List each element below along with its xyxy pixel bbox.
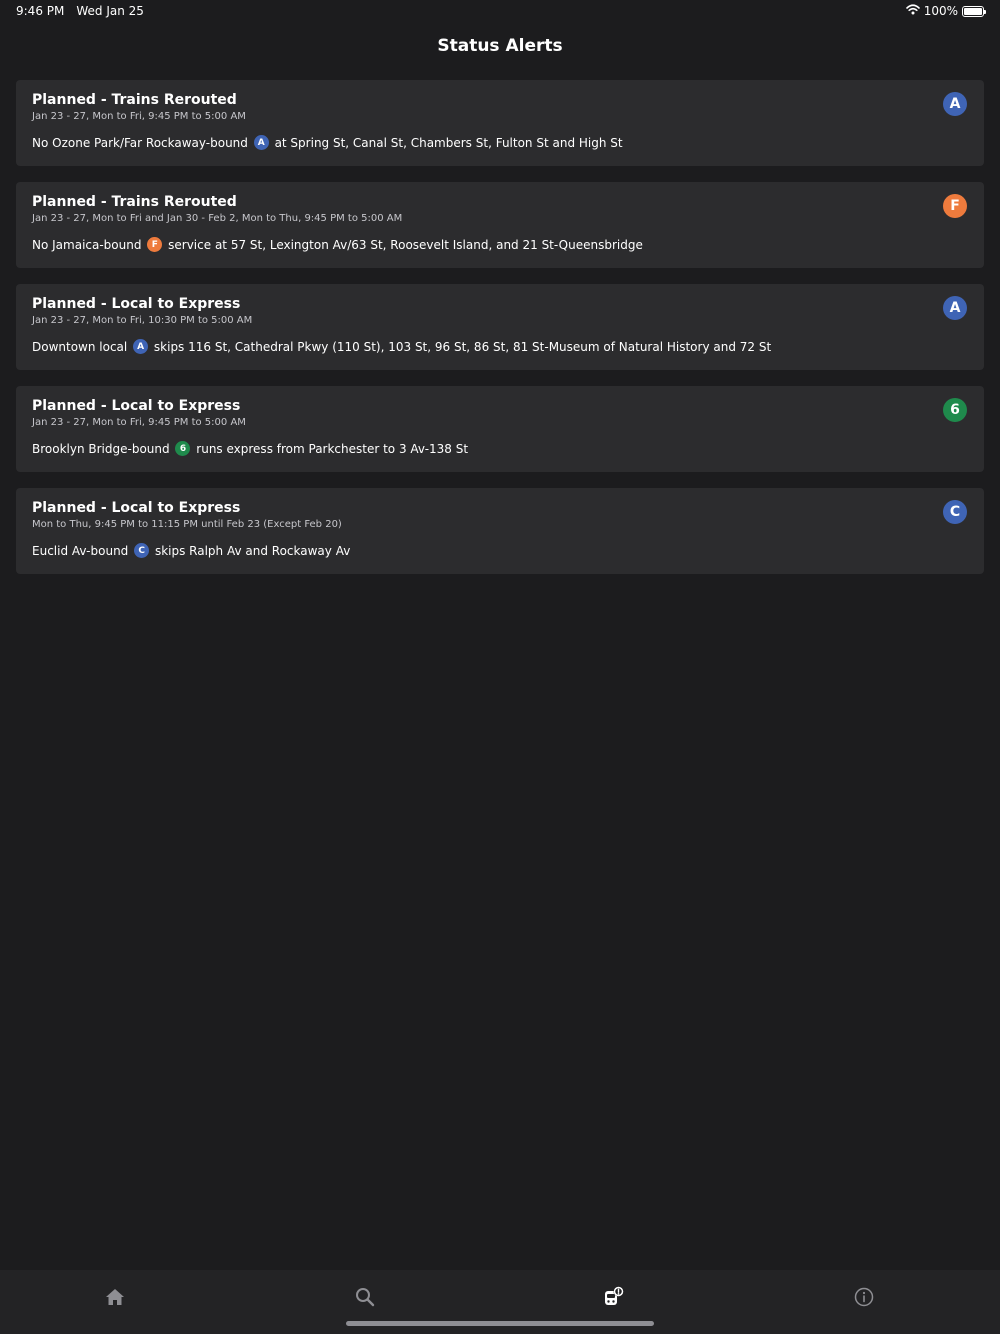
alert-description: No Jamaica-bound F service at 57 St, Lex…	[32, 236, 924, 254]
alert-desc-after: at Spring St, Canal St, Chambers St, Ful…	[274, 136, 623, 150]
line-badge: A	[943, 296, 967, 320]
alert-description: Euclid Av-bound C skips Ralph Av and Roc…	[32, 542, 924, 560]
line-badge: 6	[943, 398, 967, 422]
alert-title: Planned - Trains Rerouted	[32, 92, 237, 108]
alert-description: No Ozone Park/Far Rockaway-bound A at Sp…	[32, 134, 924, 152]
alert-title: Planned - Trains Rerouted	[32, 194, 237, 210]
alert-title: Planned - Local to Express	[32, 398, 241, 414]
line-badge-inline: 6	[175, 441, 191, 456]
tab-search[interactable]	[353, 1287, 377, 1311]
status-left: 9:46 PM Wed Jan 25	[16, 4, 144, 18]
alert-card[interactable]: Planned - Local to Express Mon to Thu, 9…	[16, 488, 984, 574]
alert-desc-before: Brooklyn Bridge-bound	[32, 442, 170, 456]
line-badge: A	[943, 92, 967, 116]
page-title: Status Alerts	[437, 36, 563, 56]
home-indicator	[346, 1321, 654, 1326]
battery-fill	[964, 7, 982, 15]
alert-date: Mon to Thu, 9:45 PM to 11:15 PM until Fe…	[32, 519, 342, 530]
line-badge: C	[943, 500, 967, 524]
battery-percent: 100%	[923, 4, 958, 18]
status-bar: 9:46 PM Wed Jan 25 100%	[0, 0, 1000, 24]
line-badge-inline: A	[133, 339, 149, 354]
alert-date: Jan 23 - 27, Mon to Fri, 9:45 PM to 5:00…	[32, 417, 246, 428]
status-time: 9:46 PM	[16, 4, 65, 18]
alert-desc-before: No Ozone Park/Far Rockaway-bound	[32, 136, 248, 150]
line-badge: F	[943, 194, 967, 218]
line-badge-inline: F	[147, 237, 163, 252]
alerts-list: Planned - Trains Rerouted Jan 23 - 27, M…	[16, 80, 984, 590]
alert-card[interactable]: Planned - Local to Express Jan 23 - 27, …	[16, 284, 984, 370]
alert-desc-after: skips 116 St, Cathedral Pkwy (110 St), 1…	[153, 340, 772, 354]
info-icon	[854, 1287, 874, 1311]
alert-title: Planned - Local to Express	[32, 500, 241, 516]
line-badge-inline: A	[253, 135, 269, 150]
home-icon	[105, 1288, 125, 1310]
alert-description: Brooklyn Bridge-bound 6 runs express fro…	[32, 440, 924, 458]
alert-card[interactable]: Planned - Trains Rerouted Jan 23 - 27, M…	[16, 182, 984, 268]
alert-date: Jan 23 - 27, Mon to Fri, 9:45 PM to 5:00…	[32, 111, 246, 122]
alert-date: Jan 23 - 27, Mon to Fri and Jan 30 - Feb…	[32, 213, 403, 224]
alert-card[interactable]: Planned - Trains Rerouted Jan 23 - 27, M…	[16, 80, 984, 166]
status-right: 100%	[905, 4, 986, 18]
alert-desc-after: service at 57 St, Lexington Av/63 St, Ro…	[168, 238, 643, 252]
status-alerts-icon	[603, 1286, 625, 1312]
battery-icon	[962, 5, 986, 17]
alert-card[interactable]: Planned - Local to Express Jan 23 - 27, …	[16, 386, 984, 472]
tab-home[interactable]	[103, 1287, 127, 1311]
alert-title: Planned - Local to Express	[32, 296, 241, 312]
alert-desc-after: runs express from Parkchester to 3 Av-13…	[196, 442, 469, 456]
wifi-icon	[905, 4, 920, 18]
alert-desc-before: Downtown local	[32, 340, 128, 354]
alert-desc-after: skips Ralph Av and Rockaway Av	[154, 544, 351, 558]
alert-desc-before: No Jamaica-bound	[32, 238, 142, 252]
line-badge-inline: C	[134, 543, 150, 558]
status-date: Wed Jan 25	[76, 4, 144, 18]
alert-desc-before: Euclid Av-bound	[32, 544, 129, 558]
tab-status-alerts[interactable]	[602, 1286, 626, 1312]
tab-info[interactable]	[852, 1287, 876, 1311]
search-icon	[355, 1287, 375, 1311]
alert-date: Jan 23 - 27, Mon to Fri, 10:30 PM to 5:0…	[32, 315, 253, 326]
alert-description: Downtown local A skips 116 St, Cathedral…	[32, 338, 924, 356]
